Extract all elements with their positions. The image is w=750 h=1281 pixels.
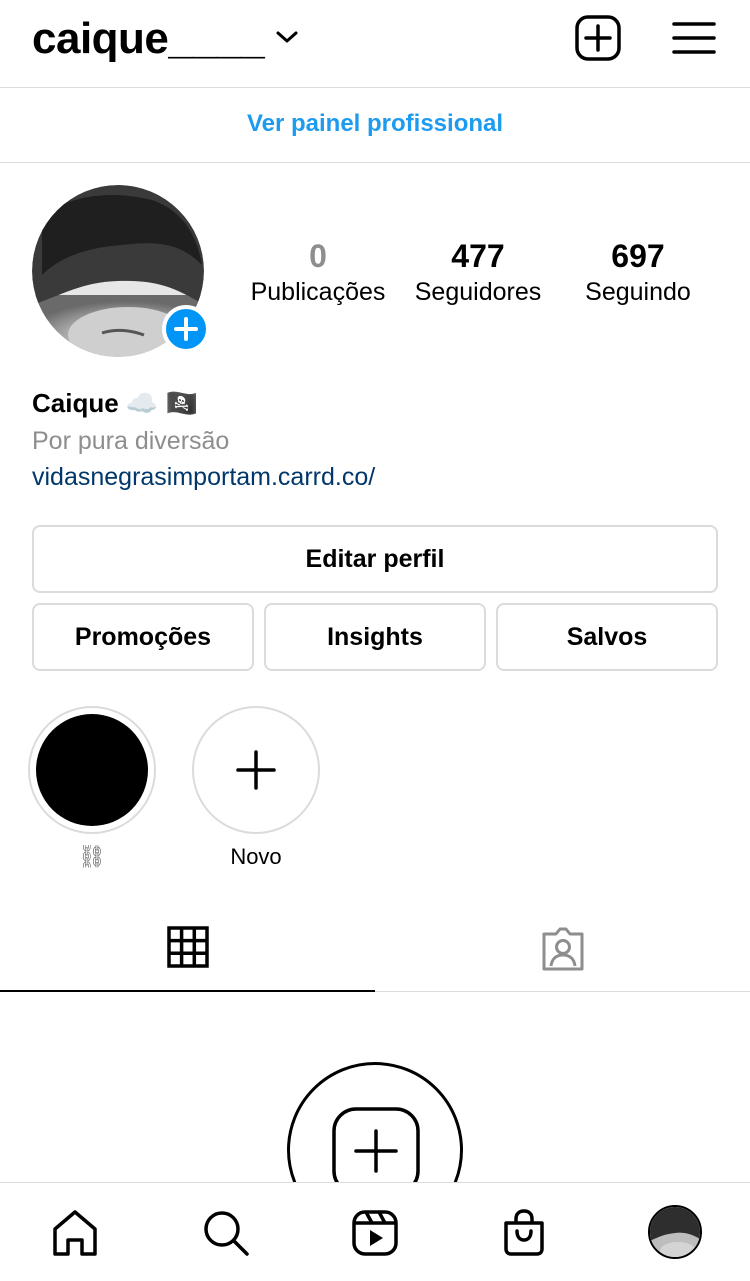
grid-icon xyxy=(166,926,209,968)
profile-name-emoji: ☁️ 🏴‍☠️ xyxy=(125,388,198,418)
insights-button[interactable]: Insights xyxy=(264,603,486,671)
posts-count: 0 xyxy=(309,238,327,274)
avatar-thumbnail xyxy=(650,1207,700,1257)
posts-label: Publicações xyxy=(250,278,386,306)
stat-posts[interactable]: 0 Publicações xyxy=(238,236,398,308)
tab-tagged[interactable] xyxy=(375,906,750,992)
following-count: 697 xyxy=(611,238,665,274)
bottom-navigation xyxy=(0,1182,750,1281)
username-title[interactable]: caique____ xyxy=(32,14,265,64)
plus-icon xyxy=(236,750,276,790)
stat-followers[interactable]: 477 Seguidores xyxy=(398,236,558,308)
plus-icon xyxy=(174,317,198,341)
profile-bio: Por pura diversão xyxy=(32,427,230,455)
new-highlight-label: Novo xyxy=(230,844,282,869)
hamburger-menu-icon[interactable] xyxy=(670,14,718,62)
profile-name-text: Caique xyxy=(32,388,119,418)
professional-dashboard-link[interactable]: Ver painel profissional xyxy=(0,88,750,163)
plus-square-icon[interactable] xyxy=(574,14,622,62)
shop-icon[interactable] xyxy=(498,1207,550,1259)
following-label: Seguindo xyxy=(585,278,691,306)
edit-profile-button[interactable]: Editar perfil xyxy=(32,525,718,593)
profile-name: Caique ☁️ 🏴‍☠️ xyxy=(32,386,198,420)
profile-website-link[interactable]: vidasnegrasimportam.carrd.co/ xyxy=(32,461,375,493)
search-icon[interactable] xyxy=(200,1207,252,1259)
tagged-person-icon xyxy=(542,927,583,971)
followers-label: Seguidores xyxy=(414,278,542,306)
chevron-down-icon[interactable] xyxy=(274,28,300,46)
add-story-button[interactable] xyxy=(162,305,210,353)
profile-tabs xyxy=(0,906,750,992)
saved-button[interactable]: Salvos xyxy=(496,603,718,671)
profile-avatar-container[interactable] xyxy=(32,185,210,357)
home-icon[interactable] xyxy=(49,1207,101,1259)
promotions-button[interactable]: Promoções xyxy=(32,603,254,671)
highlight-label: ⛓ xyxy=(78,844,106,869)
story-highlight[interactable] xyxy=(28,706,156,834)
stat-following[interactable]: 697 Seguindo xyxy=(558,236,718,308)
tab-posts-grid[interactable] xyxy=(0,906,375,992)
new-highlight-button[interactable] xyxy=(192,706,320,834)
top-header: caique____ xyxy=(0,0,750,88)
profile-avatar[interactable] xyxy=(648,1205,702,1259)
highlight-cover xyxy=(36,714,148,826)
reels-icon[interactable] xyxy=(349,1207,401,1259)
followers-count: 477 xyxy=(451,238,505,274)
